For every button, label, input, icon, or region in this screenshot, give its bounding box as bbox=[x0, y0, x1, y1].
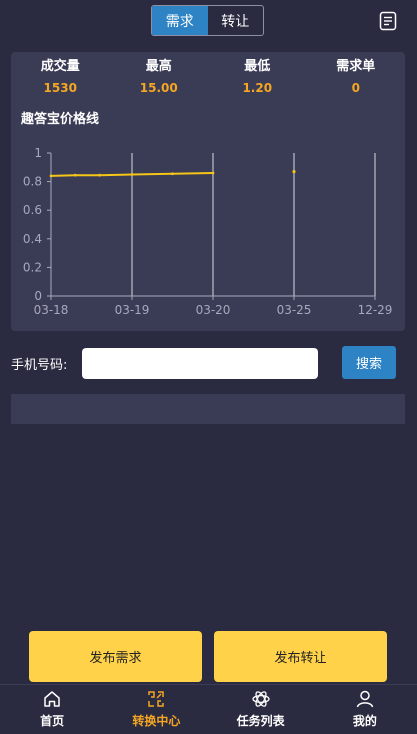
data-point bbox=[98, 173, 101, 177]
price-line-chart: 0 0.2 0.4 0.6 0.8 1 03-18 03-19 03-20 03-25 12-29 bbox=[23, 146, 393, 317]
x-tick-label: 12-29 bbox=[358, 303, 393, 317]
exchange-icon bbox=[148, 691, 165, 707]
data-point bbox=[49, 174, 53, 178]
nav-home[interactable]: 首页 bbox=[0, 685, 104, 734]
mode-switch: 需求 转让 bbox=[151, 5, 264, 36]
user-icon bbox=[356, 690, 374, 708]
y-tick-label: 0.4 bbox=[23, 232, 42, 246]
bottom-nav: 首页 转换中心 任务列表 我的 bbox=[0, 684, 417, 734]
phone-input[interactable] bbox=[82, 348, 318, 379]
nav-label: 首页 bbox=[40, 714, 65, 728]
nav-mine[interactable]: 我的 bbox=[313, 685, 417, 734]
nav-label: 任务列表 bbox=[236, 714, 285, 728]
data-point bbox=[130, 173, 134, 176]
search-button[interactable]: 搜索 bbox=[342, 346, 396, 379]
nav-label: 我的 bbox=[352, 714, 377, 728]
y-tick-label: 0.8 bbox=[23, 175, 42, 189]
nav-label: 转换中心 bbox=[132, 714, 181, 728]
price-card: 成交量 1530 最高 15.00 最低 1.20 需求单 0 趣答宝价格线 0… bbox=[11, 52, 405, 331]
home-icon bbox=[44, 691, 60, 707]
x-tick-label: 03-20 bbox=[196, 303, 231, 317]
y-tick-label: 0.2 bbox=[23, 260, 42, 274]
tab-demand[interactable]: 需求 bbox=[152, 6, 208, 35]
nav-task-list[interactable]: 任务列表 bbox=[209, 685, 313, 734]
x-tick-label: 03-18 bbox=[34, 303, 69, 317]
data-point bbox=[171, 172, 174, 176]
document-icon[interactable] bbox=[379, 11, 397, 31]
data-point bbox=[73, 173, 77, 177]
publish-transfer-button[interactable]: 发布转让 bbox=[214, 631, 387, 682]
y-tick-label: 0.6 bbox=[23, 203, 42, 217]
tab-transfer[interactable]: 转让 bbox=[208, 6, 264, 35]
data-point bbox=[211, 171, 215, 175]
publish-demand-button[interactable]: 发布需求 bbox=[29, 631, 202, 682]
atom-icon bbox=[251, 691, 270, 707]
phone-label: 手机号码: bbox=[11, 358, 68, 373]
x-tick-label: 03-19 bbox=[115, 303, 150, 317]
data-point bbox=[292, 169, 296, 174]
nav-exchange-center[interactable]: 转换中心 bbox=[104, 685, 208, 734]
y-tick-label: 1 bbox=[34, 146, 42, 160]
result-area bbox=[11, 394, 405, 424]
y-tick-label: 0 bbox=[34, 289, 42, 303]
x-tick-label: 03-25 bbox=[277, 303, 312, 317]
